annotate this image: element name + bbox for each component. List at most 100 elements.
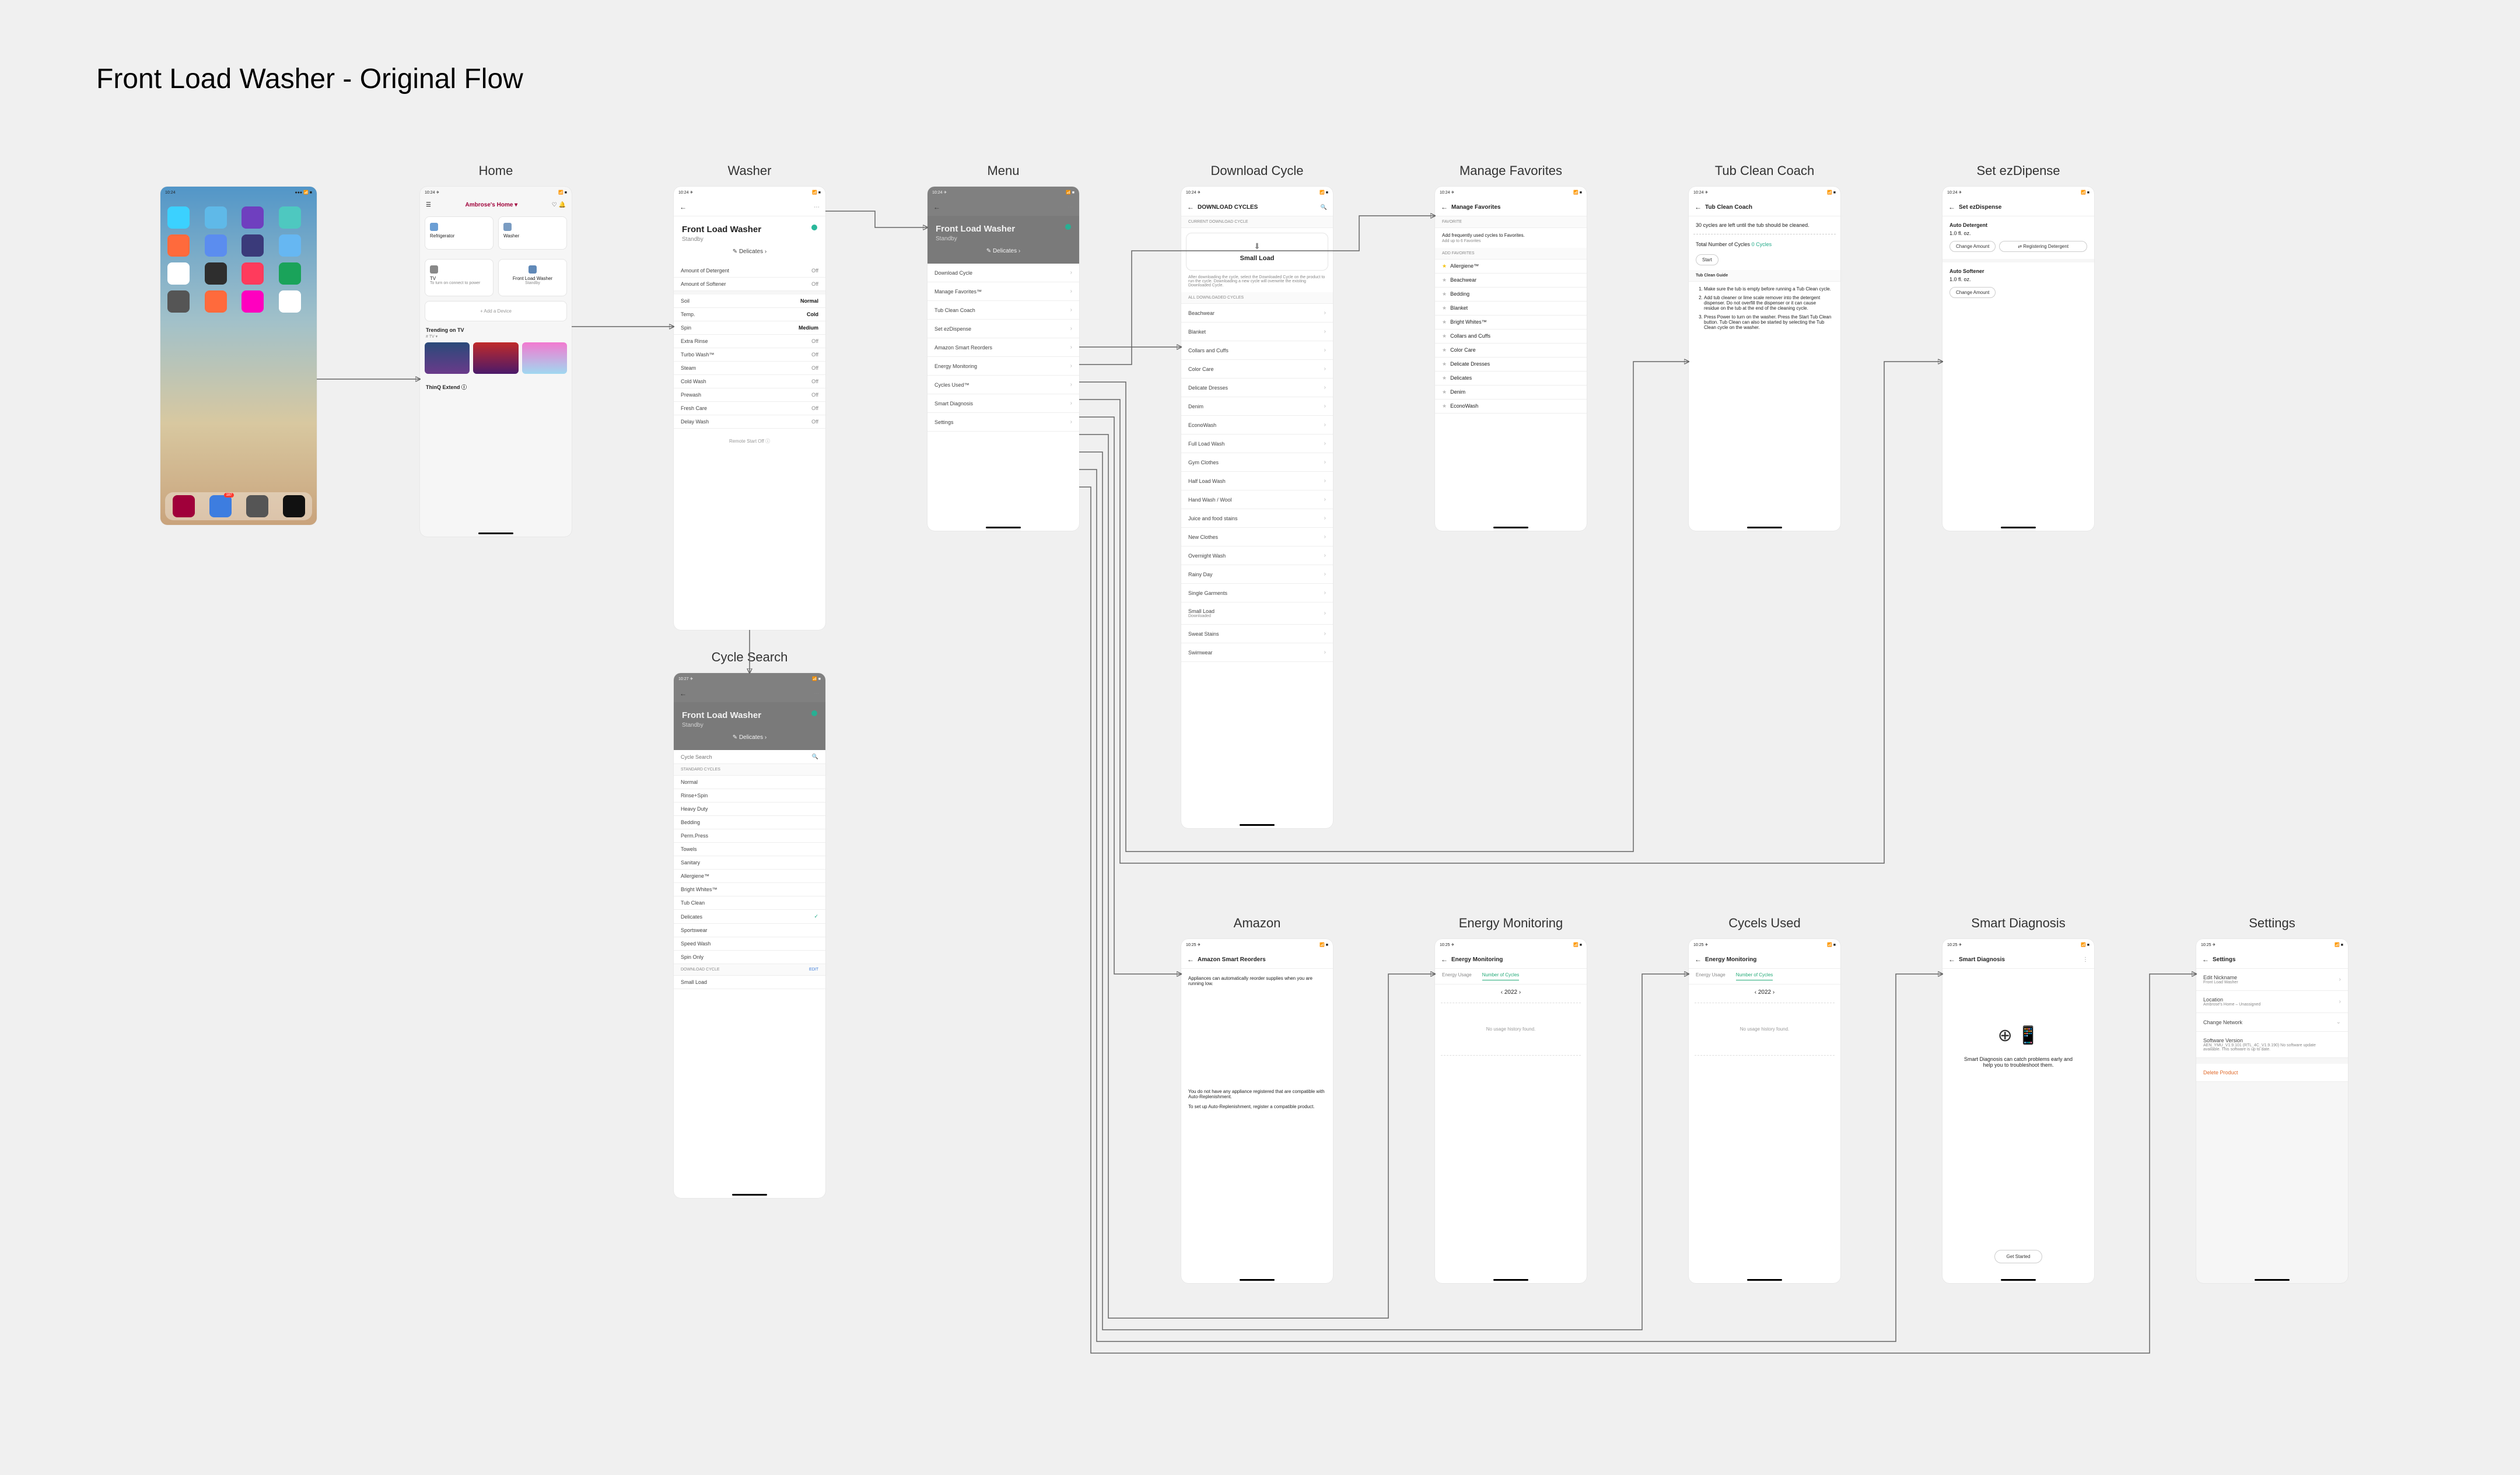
tile-washer[interactable]: Washer: [498, 216, 567, 250]
app-icon[interactable]: [167, 290, 190, 313]
get-started-button[interactable]: Get Started: [1994, 1250, 2043, 1263]
cycle-selector[interactable]: ✎ Delicates ›: [682, 243, 817, 260]
app-icon[interactable]: [167, 206, 190, 229]
app-icon[interactable]: [167, 234, 190, 257]
trending-thumb[interactable]: [522, 342, 567, 374]
back-icon[interactable]: ←: [2202, 955, 2209, 964]
trending-thumb[interactable]: [473, 342, 518, 374]
change-amount-softener-button[interactable]: Change Amount: [1950, 287, 1996, 298]
favorite-row[interactable]: ★Bright Whites™: [1435, 316, 1587, 330]
list-item[interactable]: Towels: [674, 843, 825, 856]
edit-link[interactable]: Edit: [809, 968, 818, 972]
notif-icon[interactable]: 🔔: [559, 202, 566, 208]
list-item[interactable]: Bright Whites™: [674, 883, 825, 896]
favorite-row[interactable]: ★Denim: [1435, 386, 1587, 400]
cycle-row[interactable]: Sweat Stains›: [1181, 625, 1333, 643]
app-icon[interactable]: [205, 234, 227, 257]
cycle-row[interactable]: Single Garments›: [1181, 584, 1333, 602]
register-detergent-button[interactable]: ⇄ Registering Detergent: [1999, 241, 2087, 252]
app-icon[interactable]: [242, 262, 264, 285]
cycle-row[interactable]: Collars and Cuffs›: [1181, 341, 1333, 360]
cycle-row[interactable]: Beachwear›: [1181, 304, 1333, 323]
list-item[interactable]: Sportswear: [674, 924, 825, 937]
cycle-row[interactable]: Color Care›: [1181, 360, 1333, 379]
list-item[interactable]: Speed Wash: [674, 937, 825, 951]
back-icon[interactable]: ←: [1948, 203, 1955, 211]
option-row[interactable]: Turbo Wash™Off: [674, 348, 825, 362]
setting-row[interactable]: Amount of SoftenerOff: [674, 278, 825, 291]
remote-start[interactable]: Remote Start Off ⓘ: [674, 429, 825, 454]
tab-energy-usage[interactable]: Energy Usage: [1442, 972, 1472, 980]
menu-icon[interactable]: ⋯: [814, 204, 820, 211]
option-row[interactable]: Delay WashOff: [674, 415, 825, 429]
option-row[interactable]: SteamOff: [674, 362, 825, 375]
back-icon[interactable]: ←: [680, 203, 687, 211]
mail-app-icon[interactable]: 187: [209, 495, 232, 517]
app-icon[interactable]: [279, 234, 301, 257]
list-item[interactable]: Allergiene™: [674, 870, 825, 883]
cycle-row[interactable]: Gym Clothes›: [1181, 453, 1333, 472]
cycle-row[interactable]: Swimwear›: [1181, 643, 1333, 662]
delete-product-button[interactable]: Delete Product: [2196, 1064, 2348, 1082]
settings-app-icon[interactable]: [246, 495, 268, 517]
app-icon[interactable]: [279, 262, 301, 285]
cycle-row[interactable]: Half Load Wash›: [1181, 472, 1333, 491]
tile-tv[interactable]: TVTo turn on connect to power: [425, 259, 494, 296]
list-item[interactable]: Sanitary: [674, 856, 825, 870]
option-row[interactable]: Fresh CareOff: [674, 402, 825, 415]
tile-refrigerator[interactable]: Refrigerator: [425, 216, 494, 250]
list-item[interactable]: Spin Only: [674, 951, 825, 964]
cycle-row[interactable]: Overnight Wash›: [1181, 546, 1333, 565]
menu-item[interactable]: Amazon Smart Reorders›: [928, 338, 1079, 357]
wishlist-icon[interactable]: [552, 202, 557, 208]
add-device-button[interactable]: + Add a Device: [425, 301, 567, 321]
menu-item[interactable]: Download Cycle›: [928, 264, 1079, 282]
back-icon[interactable]: ←: [1187, 203, 1194, 211]
settings-location[interactable]: LocationAmbrose's Home – Unassigned›: [2196, 991, 2348, 1013]
favorite-row[interactable]: ★Allergiene™: [1435, 260, 1587, 274]
tab-number-of-cycles[interactable]: Number of Cycles: [1736, 972, 1773, 980]
back-icon[interactable]: ←: [1441, 955, 1448, 964]
thinq-app-icon[interactable]: [173, 495, 195, 517]
app-icon[interactable]: [205, 206, 227, 229]
cycle-row[interactable]: New Clothes›: [1181, 528, 1333, 546]
cycle-search-input[interactable]: [681, 754, 812, 760]
menu-item[interactable]: Smart Diagnosis›: [928, 394, 1079, 413]
settings-nickname[interactable]: Edit NicknameFront Load Washer›: [2196, 969, 2348, 991]
change-amount-button[interactable]: Change Amount: [1950, 241, 1996, 252]
back-icon[interactable]: ←: [1187, 955, 1194, 964]
menu-item[interactable]: Manage Favorites™›: [928, 282, 1079, 301]
favorite-row[interactable]: ★Bedding: [1435, 288, 1587, 302]
tab-energy-usage[interactable]: Energy Usage: [1696, 972, 1726, 980]
cycle-row[interactable]: Denim›: [1181, 397, 1333, 416]
back-icon[interactable]: ←: [1695, 203, 1702, 211]
option-row[interactable]: SoilNormal: [674, 295, 825, 308]
option-row[interactable]: SpinMedium: [674, 321, 825, 335]
favorite-row[interactable]: ★Delicates: [1435, 372, 1587, 386]
back-icon[interactable]: ←: [1441, 203, 1448, 211]
app-icon[interactable]: [205, 262, 227, 285]
cycle-row[interactable]: Small LoadDownloaded›: [1181, 602, 1333, 625]
menu-item[interactable]: Set ezDispense›: [928, 320, 1079, 338]
list-item[interactable]: Perm.Press: [674, 829, 825, 843]
favorite-row[interactable]: ★Collars and Cuffs: [1435, 330, 1587, 344]
favorite-row[interactable]: ★EconoWash: [1435, 400, 1587, 414]
option-row[interactable]: Extra RinseOff: [674, 335, 825, 348]
cycle-row[interactable]: Rainy Day›: [1181, 565, 1333, 584]
app-icon[interactable]: [279, 290, 301, 313]
option-row[interactable]: Temp.Cold: [674, 308, 825, 321]
favorite-row[interactable]: ★Beachwear: [1435, 274, 1587, 288]
list-item[interactable]: Bedding: [674, 816, 825, 829]
list-item[interactable]: Delicates✓: [674, 910, 825, 924]
menu-item[interactable]: Tub Clean Coach›: [928, 301, 1079, 320]
settings-network[interactable]: Change Network⌄: [2196, 1013, 2348, 1032]
app-icon[interactable]: [205, 290, 227, 313]
app-icon[interactable]: [242, 290, 264, 313]
cycle-row[interactable]: Full Load Wash›: [1181, 435, 1333, 453]
favorite-row[interactable]: ★Delicate Dresses: [1435, 358, 1587, 372]
list-item[interactable]: Tub Clean: [674, 896, 825, 910]
search-icon[interactable]: [1321, 204, 1327, 211]
option-row[interactable]: Cold WashOff: [674, 375, 825, 388]
trending-thumb[interactable]: [425, 342, 470, 374]
setting-row[interactable]: Amount of DetergentOff: [674, 264, 825, 278]
